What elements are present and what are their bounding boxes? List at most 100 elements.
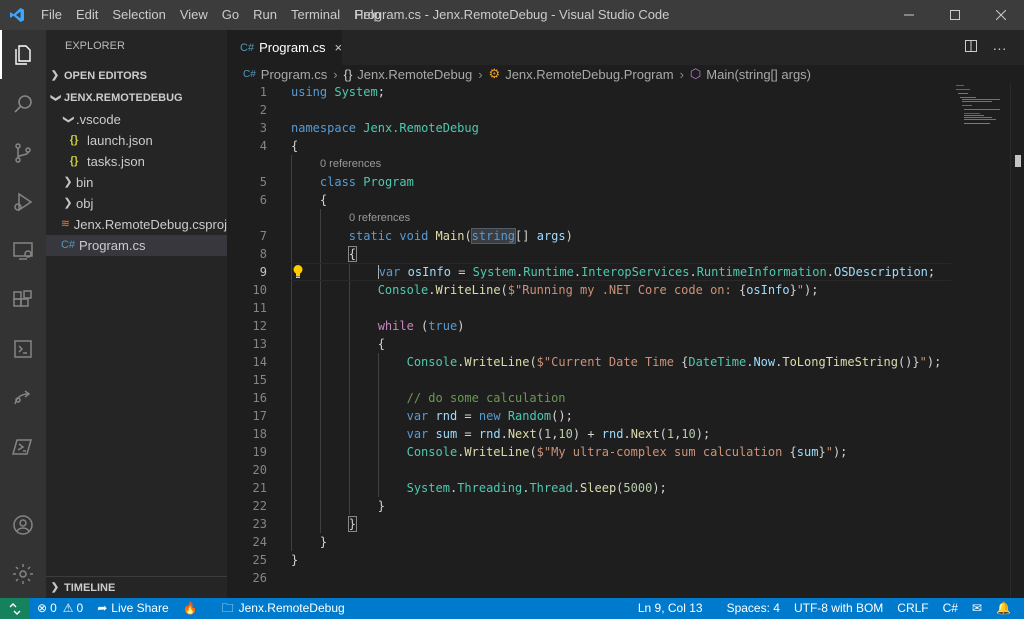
line-number: 25 — [252, 553, 267, 567]
chevron-right-icon: ❯ — [50, 70, 60, 81]
csharp-file-icon: C# — [60, 239, 76, 251]
error-count: 0 — [50, 601, 57, 615]
code-line: 8 { — [227, 245, 952, 263]
open-editors-label: OPEN EDITORS — [64, 70, 147, 82]
line-number: 20 — [252, 463, 267, 477]
tree-folder-vscode[interactable]: ❯ .vscode — [46, 109, 227, 130]
line-number: 16 — [252, 391, 267, 405]
code-line: 24 } — [227, 533, 952, 551]
breadcrumb-file[interactable]: Program.cs — [261, 67, 327, 82]
powershell-icon[interactable] — [0, 422, 46, 471]
status-bar: ⊗ 0 ⚠ 0 ➦ Live Share 🔥 🗀 Jenx.RemoteDebu… — [0, 598, 1024, 619]
line-number: 22 — [252, 499, 267, 513]
line-number: 5 — [259, 175, 267, 189]
vertical-scrollbar[interactable] — [1010, 83, 1024, 598]
chevron-down-icon: ❯ — [50, 93, 61, 103]
menu-edit[interactable]: Edit — [69, 0, 105, 30]
code-line: 20 — [227, 461, 952, 479]
csharp-file-icon: C# — [243, 68, 256, 80]
codelens-class-references[interactable]: 0 references — [320, 155, 381, 173]
project-folder-button[interactable]: 🗀 Jenx.RemoteDebug — [215, 598, 352, 619]
tree-folder-bin[interactable]: ❯ bin — [46, 172, 227, 193]
encoding[interactable]: UTF-8 with BOM — [787, 598, 890, 619]
menu-view[interactable]: View — [173, 0, 215, 30]
feedback-icon[interactable]: ✉ — [965, 598, 989, 619]
menu-selection[interactable]: Selection — [105, 0, 172, 30]
code-line: 23 } — [227, 515, 952, 533]
codelens-main-references[interactable]: 0 references — [349, 209, 410, 227]
notifications-bell-icon[interactable]: 🔔 — [989, 598, 1018, 619]
explorer-sidebar: EXPLORER ❯ OPEN EDITORS ❯ JENX.REMOTEDEB… — [46, 30, 227, 598]
explorer-icon[interactable] — [0, 30, 46, 79]
line-number: 10 — [252, 283, 267, 297]
namespace-icon: {} — [343, 66, 353, 82]
run-debug-icon[interactable] — [0, 177, 46, 226]
project-header[interactable]: ❯ JENX.REMOTEDEBUG — [46, 87, 227, 109]
menu-file[interactable]: File — [34, 0, 69, 30]
line-number: 19 — [252, 445, 267, 459]
live-share-label: Live Share — [111, 601, 169, 615]
more-actions-icon[interactable]: ··· — [985, 40, 1014, 56]
code-line: 19 Console.WriteLine($"My ultra-complex … — [227, 443, 952, 461]
live-share-button[interactable]: ➦ Live Share — [90, 598, 175, 619]
title-bar: File Edit Selection View Go Run Terminal… — [0, 0, 1024, 30]
tab-label: Program.cs — [259, 40, 326, 55]
menu-go[interactable]: Go — [215, 0, 246, 30]
code-line: 13 { — [227, 335, 952, 353]
minimap[interactable] — [950, 83, 1010, 598]
terminal-icon[interactable] — [0, 324, 46, 373]
line-number: 4 — [259, 139, 267, 153]
timeline-label: TIMELINE — [64, 581, 116, 594]
flame-icon[interactable]: 🔥 — [176, 598, 205, 619]
cursor-position[interactable]: Ln 9, Col 13 — [631, 598, 710, 619]
code-line: 9 var osInfo = System.Runtime.InteropSer… — [227, 263, 952, 281]
menu-terminal[interactable]: Terminal — [284, 0, 347, 30]
project-label: JENX.REMOTEDEBUG — [64, 92, 183, 104]
open-editors-header[interactable]: ❯ OPEN EDITORS — [46, 65, 227, 87]
remote-explorer-icon[interactable] — [0, 226, 46, 275]
chevron-right-icon: › — [478, 66, 483, 82]
split-editor-icon[interactable] — [956, 39, 985, 56]
remote-indicator-icon[interactable] — [0, 598, 30, 619]
maximize-button[interactable] — [932, 0, 978, 30]
editor-tabs: C# Program.cs × ··· — [227, 30, 1024, 65]
tree-file-launch-json[interactable]: {} launch.json — [46, 130, 227, 151]
code-line: 14 Console.WriteLine($"Current Date Time… — [227, 353, 952, 371]
problems-indicator[interactable]: ⊗ 0 ⚠ 0 — [30, 598, 90, 619]
code-editor[interactable]: 0 references 0 references 1 using System;… — [227, 83, 1024, 598]
project-folder-label: Jenx.RemoteDebug — [238, 601, 345, 615]
indentation[interactable]: Spaces: 4 — [720, 598, 787, 619]
code-line: 3 namespace Jenx.RemoteDebug — [227, 119, 952, 137]
tab-program-cs[interactable]: C# Program.cs × — [227, 30, 342, 65]
line-number: 1 — [259, 85, 267, 99]
line-number: 17 — [252, 409, 267, 423]
tree-folder-obj[interactable]: ❯ obj — [46, 193, 227, 214]
code-line: 2 — [227, 101, 952, 119]
menu-run[interactable]: Run — [246, 0, 284, 30]
menu-help[interactable]: Help — [347, 0, 388, 30]
breadcrumb-namespace[interactable]: Jenx.RemoteDebug — [357, 67, 472, 82]
timeline-header[interactable]: ❯ TIMELINE — [46, 576, 227, 598]
tree-file-csproj[interactable]: ≋ Jenx.RemoteDebug.csproj — [46, 214, 227, 235]
language-mode[interactable]: C# — [936, 598, 965, 619]
code-line: 11 — [227, 299, 952, 317]
settings-gear-icon[interactable] — [0, 549, 46, 598]
tree-file-tasks-json[interactable]: {} tasks.json — [46, 151, 227, 172]
breadcrumb-method[interactable]: Main(string[] args) — [706, 67, 811, 82]
tree-file-program-cs[interactable]: C# Program.cs — [46, 235, 227, 256]
extensions-icon[interactable] — [0, 275, 46, 324]
end-of-line[interactable]: CRLF — [890, 598, 935, 619]
breadcrumb-class[interactable]: Jenx.RemoteDebug.Program — [505, 67, 673, 82]
minimize-button[interactable] — [886, 0, 932, 30]
code-line: 17 var rnd = new Random(); — [227, 407, 952, 425]
source-control-icon[interactable] — [0, 128, 46, 177]
tree-item-label: obj — [76, 196, 94, 211]
lightbulb-icon[interactable] — [292, 264, 306, 280]
close-window-button[interactable] — [978, 0, 1024, 30]
close-tab-icon[interactable]: × — [335, 40, 343, 55]
account-icon[interactable] — [0, 500, 46, 549]
json-file-icon: {} — [69, 134, 79, 146]
live-share-icon[interactable] — [0, 373, 46, 422]
search-icon[interactable] — [0, 79, 46, 128]
code-line: 26 — [227, 569, 952, 587]
